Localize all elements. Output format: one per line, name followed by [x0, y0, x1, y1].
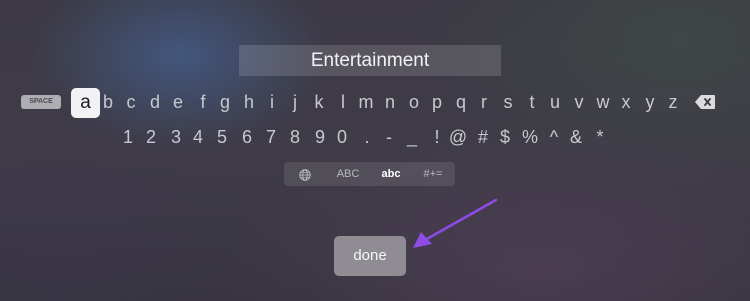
letter-key-23[interactable]: y	[646, 91, 655, 113]
symbol-key-6[interactable]: 7	[266, 126, 276, 148]
mode-uppercase[interactable]: ABC	[337, 162, 360, 186]
symbol-key-8[interactable]: 9	[315, 126, 325, 148]
globe-icon[interactable]	[299, 168, 311, 181]
key-a-selected[interactable]: a	[71, 88, 100, 118]
mode-symbols[interactable]: #+=	[424, 162, 443, 186]
letter-key-24[interactable]: z	[669, 91, 678, 113]
letter-key-19[interactable]: u	[550, 91, 560, 113]
letter-key-11[interactable]: m	[359, 91, 374, 113]
symbol-key-14[interactable]: @	[449, 126, 467, 148]
letter-key-10[interactable]: l	[341, 91, 345, 113]
symbol-key-15[interactable]: #	[478, 126, 488, 148]
letter-key-13[interactable]: o	[409, 91, 419, 113]
letter-key-4[interactable]: f	[200, 91, 205, 113]
symbol-key-1[interactable]: 2	[146, 126, 156, 148]
letter-key-8[interactable]: j	[293, 91, 297, 113]
symbol-key-19[interactable]: &	[570, 126, 582, 148]
symbol-key-7[interactable]: 8	[290, 126, 300, 148]
letter-key-17[interactable]: s	[504, 91, 513, 113]
keyboard-mode-bar: ABC abc #+=	[284, 162, 455, 186]
letter-key-0[interactable]: b	[103, 91, 113, 113]
space-key[interactable]: SPACE	[21, 95, 61, 109]
symbol-key-0[interactable]: 1	[123, 126, 133, 148]
letter-key-3[interactable]: e	[173, 91, 183, 113]
symbol-key-20[interactable]: *	[596, 126, 603, 148]
symbol-key-2[interactable]: 3	[171, 126, 181, 148]
pointer-arrow-icon	[413, 198, 498, 248]
symbol-key-18[interactable]: ^	[550, 126, 558, 148]
symbol-key-10[interactable]: .	[364, 126, 369, 148]
symbol-key-5[interactable]: 6	[242, 126, 252, 148]
symbol-key-17[interactable]: %	[522, 126, 538, 148]
symbol-key-4[interactable]: 5	[217, 126, 227, 148]
letter-key-22[interactable]: x	[622, 91, 631, 113]
search-field[interactable]: Entertainment	[239, 45, 501, 76]
letter-key-15[interactable]: q	[456, 91, 466, 113]
letter-key-2[interactable]: d	[150, 91, 160, 113]
symbol-key-16[interactable]: $	[500, 126, 510, 148]
symbol-key-11[interactable]: -	[386, 126, 392, 148]
symbol-key-3[interactable]: 4	[193, 126, 203, 148]
letter-key-9[interactable]: k	[315, 91, 324, 113]
letter-key-6[interactable]: h	[244, 91, 254, 113]
letter-key-5[interactable]: g	[220, 91, 230, 113]
done-button[interactable]: done	[334, 236, 406, 276]
symbol-key-9[interactable]: 0	[337, 126, 347, 148]
letter-key-16[interactable]: r	[481, 91, 487, 113]
letter-key-21[interactable]: w	[597, 91, 610, 113]
mode-lowercase[interactable]: abc	[382, 162, 401, 186]
letter-key-20[interactable]: v	[575, 91, 584, 113]
letter-key-12[interactable]: n	[385, 91, 395, 113]
symbol-key-13[interactable]: !	[434, 126, 439, 148]
letter-key-7[interactable]: i	[270, 91, 274, 113]
letter-key-1[interactable]: c	[127, 91, 136, 113]
letter-key-14[interactable]: p	[432, 91, 442, 113]
letter-key-18[interactable]: t	[529, 91, 534, 113]
symbol-key-12[interactable]: _	[407, 126, 417, 148]
delete-backspace-icon[interactable]	[695, 95, 715, 109]
